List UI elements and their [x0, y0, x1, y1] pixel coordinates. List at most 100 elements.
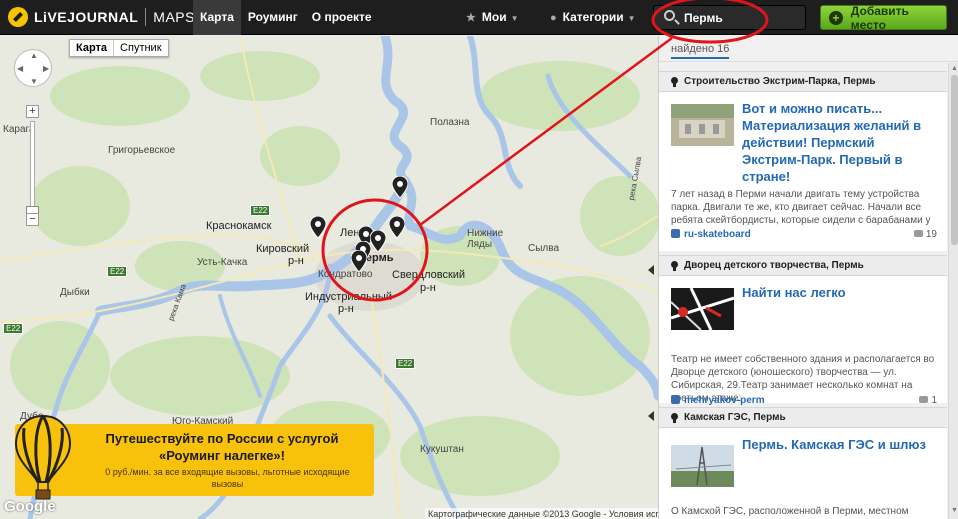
item-author-name: ru-skateboard	[684, 229, 751, 240]
item-description: О Камской ГЭС, расположенной в Перми, ме…	[671, 506, 909, 517]
zoom-in-button[interactable]: +	[26, 105, 39, 118]
road-sign-e22: E22	[3, 323, 24, 334]
map-label-kukushtan: Кукуштан	[420, 444, 464, 455]
comment-icon	[919, 396, 929, 403]
map-label-sylva: Сылва	[528, 243, 560, 254]
map-copyright[interactable]: Картографические данные ©2013 Google - У…	[425, 508, 658, 519]
tag-icon: ●	[550, 12, 557, 24]
results-header: найдено 16	[659, 36, 958, 62]
route-map-thumbnail[interactable]	[671, 288, 734, 330]
map-label-kirovsky-rn: р-н	[288, 255, 304, 267]
user-icon	[671, 395, 680, 404]
item-place: Камская ГЭС, Пермь	[684, 412, 786, 423]
map-marker-icon[interactable]	[310, 216, 326, 238]
item-title[interactable]: Пермь. Камская ГЭС и шлюз	[742, 436, 937, 453]
map-label-dyvki: Дыбки	[60, 287, 90, 298]
categories-menu-label: Категории	[562, 10, 624, 24]
my-menu-label: Мои	[481, 10, 507, 24]
map-marker-icon[interactable]	[389, 216, 405, 238]
chevron-down-icon: ▼	[627, 14, 636, 23]
list-item[interactable]: Камская ГЭС, Пермь Пермь. Камская ГЭС и …	[659, 407, 947, 519]
map-type-switch: Карта Спутник	[69, 39, 169, 57]
results-sidebar: найдено 16 Строительство Экстрим-Парка, …	[658, 36, 958, 519]
item-body: Найти нас легко Театр не имеет собственн…	[659, 276, 947, 406]
plus-icon: +	[829, 10, 843, 25]
scrollbar-thumb[interactable]	[951, 75, 958, 245]
item-description: 7 лет назад в Перми начали двигать тему …	[671, 189, 931, 226]
item-place: Дворец детского творчества, Пермь	[684, 260, 864, 271]
search-box	[653, 5, 806, 30]
map-marker-icon[interactable]	[351, 250, 367, 272]
map-marker-icon[interactable]	[392, 176, 408, 198]
item-comment-count: 1	[931, 395, 937, 406]
logo-divider	[145, 8, 147, 26]
arrow-right-icon[interactable]: ▶	[43, 64, 49, 73]
search-input[interactable]	[684, 6, 802, 29]
location-pin-icon	[671, 77, 678, 87]
add-place-label: Добавить место	[850, 3, 909, 32]
community-icon	[671, 229, 680, 238]
map-type-map-button[interactable]: Карта	[70, 40, 115, 56]
map-label-kirovsky: Кировский	[256, 243, 310, 255]
map-label-polazna: Полазна	[430, 117, 470, 128]
top-bar: LiVEJOURNAL MAPS Карта Роуминг О проекте…	[0, 0, 958, 35]
my-menu[interactable]: ★ Мои ▼	[466, 0, 519, 35]
skatepark-thumbnail[interactable]	[671, 104, 734, 146]
item-comments[interactable]: 19	[913, 229, 937, 240]
map-label-nizhnie: Нижние	[467, 228, 504, 239]
map-marker-icon[interactable]	[370, 230, 386, 252]
results-count: найдено 16	[671, 43, 730, 59]
map-label-grigorevskoe: Григорьевское	[108, 145, 176, 156]
arrow-up-icon[interactable]: ▲	[30, 51, 38, 60]
dam-thumbnail[interactable]	[671, 440, 734, 492]
item-title[interactable]: Вот и можно писать... Материализация жел…	[742, 100, 937, 185]
item-location-header: Строительство Экстрим-Парка, Пермь	[659, 71, 947, 92]
road-sign-e22: E22	[107, 266, 128, 277]
arrow-left-icon[interactable]: ◀	[17, 64, 23, 73]
search-icon[interactable]	[664, 10, 675, 21]
list-item[interactable]: Строительство Экстрим-Парка, Пермь Вот и…	[659, 71, 947, 251]
item-title[interactable]: Найти нас легко	[742, 284, 937, 301]
item-location-header: Дворец детского творчества, Пермь	[659, 255, 947, 276]
results-list[interactable]: Строительство Экстрим-Парка, Пермь Вот и…	[659, 63, 947, 519]
location-pin-icon	[671, 413, 678, 423]
map-label-lyady: Ляды	[467, 239, 492, 250]
zoom-out-button[interactable]: −	[26, 213, 39, 226]
list-item[interactable]: Дворец детского творчества, Пермь Найти …	[659, 255, 947, 406]
livejournal-maps-logo[interactable]: LiVEJOURNAL MAPS	[8, 6, 195, 28]
main-nav: Карта Роуминг О проекте	[193, 0, 379, 35]
promo-title: Путешествуйте по России с услугой «Роуми…	[105, 431, 339, 463]
item-place: Строительство Экстрим-Парка, Пермь	[684, 76, 876, 87]
item-author[interactable]: ru-skateboard	[671, 229, 751, 240]
pan-control[interactable]: ▲ ▼ ◀ ▶	[14, 49, 52, 87]
arrow-down-icon[interactable]: ▼	[30, 77, 38, 86]
scroll-down-icon[interactable]: ▼	[951, 507, 958, 514]
categories-menu[interactable]: ● Категории ▼	[550, 0, 636, 35]
sidebar-scrollbar[interactable]: ▲ ▼	[948, 63, 958, 519]
chevron-down-icon: ▼	[510, 14, 519, 23]
map-label-industrialny-rn: р-н	[338, 303, 354, 315]
scroll-up-icon[interactable]: ▲	[951, 65, 958, 72]
item-comments[interactable]: 1	[919, 395, 937, 406]
logo-maps-text: MAPS	[153, 9, 195, 25]
map-label-krasnokamsk: Краснокамск	[206, 220, 272, 232]
active-item-pointer-icon	[648, 265, 654, 275]
map-type-satellite-button[interactable]: Спутник	[114, 40, 167, 56]
add-place-button[interactable]: + Добавить место	[820, 3, 947, 32]
item-body: Пермь. Камская ГЭС и шлюз О Камской ГЭС,…	[659, 428, 947, 519]
road-sign-e22: E22	[250, 205, 271, 216]
item-comment-count: 19	[925, 229, 937, 240]
promo-subtitle: 0 руб./мин. за все входящие вызовы, льго…	[105, 467, 350, 489]
road-sign-e22: E22	[395, 358, 416, 369]
nav-about[interactable]: О проекте	[305, 0, 379, 35]
nav-roaming[interactable]: Роуминг	[241, 0, 305, 35]
nav-map[interactable]: Карта	[193, 0, 241, 35]
zoom-slider-track[interactable]	[30, 121, 35, 217]
item-author[interactable]: mehryakov-perm	[671, 395, 765, 406]
livejournal-pencil-icon	[8, 7, 28, 27]
star-icon: ★	[466, 12, 476, 24]
logo-text: LiVEJOURNAL	[34, 9, 139, 25]
map-label-len: Лен	[340, 227, 360, 239]
comment-icon	[913, 230, 923, 237]
hot-air-balloon-icon	[14, 414, 72, 500]
